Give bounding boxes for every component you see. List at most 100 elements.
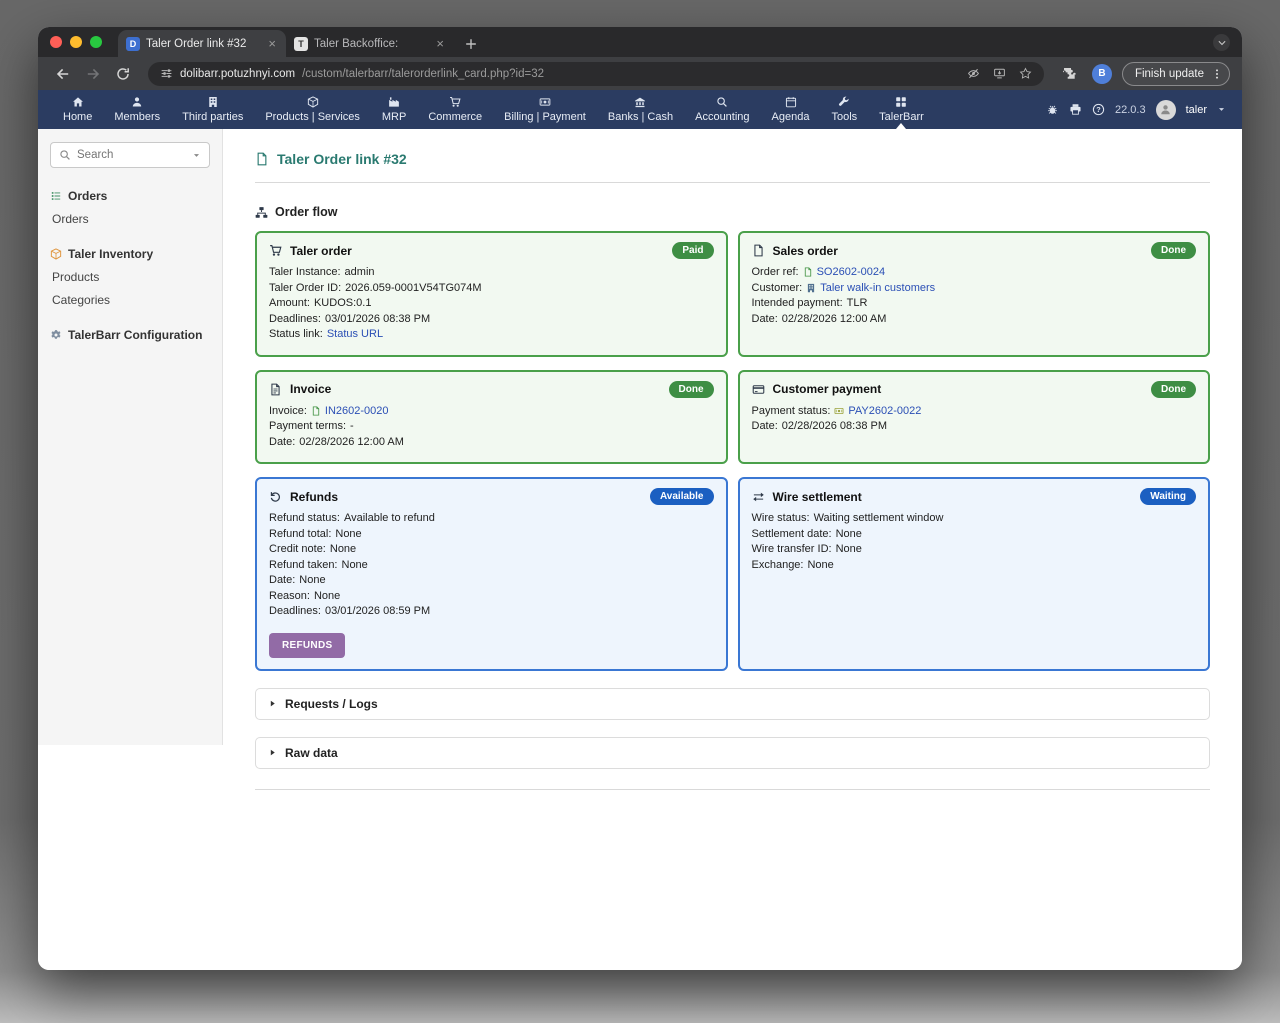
card-header: Wire settlementWaiting [752,488,1197,505]
main-menu-items: HomeMembers Third parties Products | Servi… [52,90,935,129]
menu-agenda[interactable]: Agenda [761,90,821,129]
version-label: 22.0.3 [1115,104,1146,116]
tab-list: DTaler Order link #32×TTaler Backoffice:… [118,27,454,57]
page-content: Taler Order link #32 Order flow Taler or… [223,129,1242,970]
list-icon [50,190,62,202]
main-menu: HomeMembers Third parties Products | Servi… [38,90,1242,129]
extensions-icon[interactable] [1056,61,1082,87]
building-icon [207,96,219,108]
install-app-icon[interactable] [993,67,1006,80]
sidebar-item-categories[interactable]: Categories [52,293,210,307]
user-avatar[interactable] [1156,100,1176,120]
file-icon [752,244,765,257]
minimize-window-button[interactable] [70,36,82,48]
help-icon[interactable]: ? [1092,103,1105,116]
new-tab-button[interactable] [464,37,478,51]
collapsible-requests-logs[interactable]: Requests / Logs [255,688,1210,720]
tab-close-icon[interactable]: × [266,37,278,50]
profile-avatar[interactable]: B [1092,64,1112,84]
menu-members[interactable]: Members [103,90,171,129]
field-label: Date: [752,420,778,432]
tab-search-button[interactable] [1213,34,1230,51]
card-refunds: RefundsAvailableRefund status:Available … [255,477,728,671]
sidebar-section-orders: Orders Orders [50,189,210,226]
order-flow-heading: Order flow [255,205,1210,219]
sidebar-section-title-talerbarr-configuration[interactable]: TalerBarr Configuration [50,328,210,342]
search-input[interactable] [77,149,186,161]
menu-label: Third parties [182,111,243,123]
card-field: Deadlines:03/01/2026 08:38 PM [269,313,714,325]
card-title: Taler order [290,244,352,258]
menu-home[interactable]: Home [52,90,103,129]
window-controls [50,27,102,57]
field-label: Refund status: [269,512,340,524]
card-field: Date:02/28/2026 12:00 AM [269,436,714,448]
tracking-protection-icon[interactable] [967,67,980,80]
card-title: Invoice [290,382,331,396]
wrench-icon [838,96,850,108]
bookmark-star-icon[interactable] [1019,67,1032,80]
card-field: Customer:Taler walk-in customers [752,282,1197,294]
card-field: Amount:KUDOS:0.1 [269,297,714,309]
field-value: Available to refund [344,512,435,524]
bottom-divider [255,789,1210,790]
finish-update-button[interactable]: Finish update [1122,62,1230,86]
site-settings-icon[interactable] [160,67,173,80]
menu-talerbarr[interactable]: TalerBarr [868,90,935,129]
menu-mrp[interactable]: MRP [371,90,417,129]
field-label: Status link: [269,328,323,340]
debug-bug-icon[interactable] [1046,103,1059,116]
field-label: Wire status: [752,512,810,524]
refunds-button[interactable]: REFUNDS [269,633,345,658]
print-icon[interactable] [1069,103,1082,116]
tab-close-icon[interactable]: × [434,37,446,50]
field-link[interactable]: SO2602-0024 [803,266,886,278]
close-window-button[interactable] [50,36,62,48]
status-badge: Waiting [1140,488,1196,505]
tab-title: Taler Backoffice: [314,38,428,50]
calendar-icon [785,96,797,108]
menu-billing-payment[interactable]: Billing | Payment [493,90,597,129]
sidebar-item-products[interactable]: Products [52,270,210,284]
menu-products-services[interactable]: Products | Services [254,90,371,129]
card-field: Taler Instance:admin [269,266,714,278]
field-link[interactable]: Status URL [327,328,383,340]
browser-tab-taler-backoffice[interactable]: TTaler Backoffice:× [286,30,454,57]
field-label: Taler Order ID: [269,282,341,294]
sidebar-section-title-orders[interactable]: Orders [50,189,210,203]
forward-button[interactable] [80,61,106,87]
menu-accounting[interactable]: Accounting [684,90,760,129]
back-button[interactable] [50,61,76,87]
field-link[interactable]: PAY2602-0022 [834,405,921,417]
field-link[interactable]: Taler walk-in customers [806,282,935,294]
card-field: Wire transfer ID:None [752,543,1197,555]
file-icon [311,406,321,416]
collapsible-raw-data[interactable]: Raw data [255,737,1210,769]
reload-button[interactable] [110,61,136,87]
finish-update-label: Finish update [1135,68,1204,80]
menu-third-parties[interactable]: Third parties [171,90,254,129]
card-field: Taler Order ID:2026.059-0001V54TG074M [269,282,714,294]
order-flow-cards: Taler orderPaidTaler Instance:adminTaler… [255,231,1210,671]
browser-tab-taler-order-link-32[interactable]: DTaler Order link #32× [118,30,286,57]
card-field: Payment terms:- [269,420,714,432]
field-value: None [314,590,340,602]
browser-menu-icon[interactable] [1211,68,1223,80]
fullscreen-window-button[interactable] [90,36,102,48]
grid-icon [895,96,907,108]
card-invoice: InvoiceDoneInvoice:IN2602-0020Payment te… [255,370,728,465]
sidebar-section-title-taler-inventory[interactable]: Taler Inventory [50,247,210,261]
address-bar[interactable]: dolibarr.potuzhnyi.com/custom/talerbarr/… [148,62,1044,86]
search-box[interactable] [50,142,210,168]
user-menu-chevron-icon[interactable] [1217,105,1226,114]
menu-banks-cash[interactable]: Banks | Cash [597,90,684,129]
sidebar-item-orders[interactable]: Orders [52,212,210,226]
field-label: Intended payment: [752,297,843,309]
menu-tools[interactable]: Tools [820,90,868,129]
address-bar-actions [967,67,1032,80]
menu-label: MRP [382,111,406,123]
user-menu[interactable]: taler [1186,104,1207,116]
menu-commerce[interactable]: Commerce [417,90,493,129]
field-link[interactable]: IN2602-0020 [311,405,389,417]
search-caret-icon[interactable] [192,151,201,160]
